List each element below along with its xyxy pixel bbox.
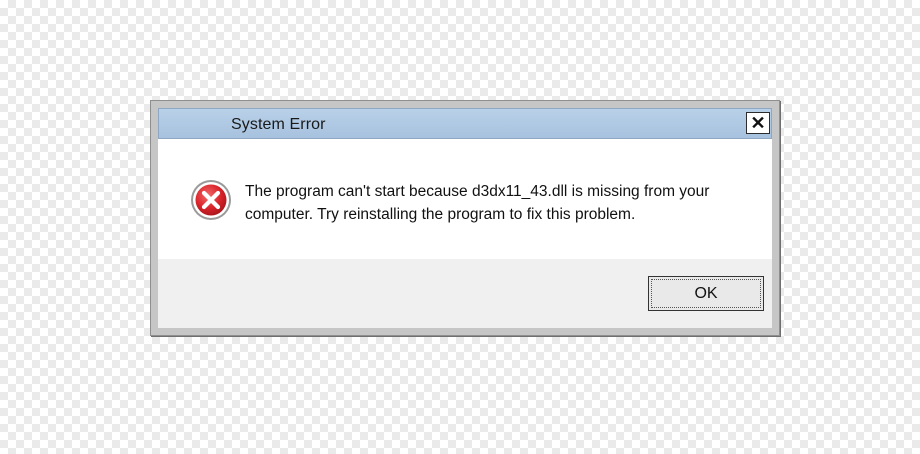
- error-icon: [191, 180, 231, 220]
- dialog-content: The program can't start because d3dx11_4…: [158, 139, 772, 259]
- close-icon: ✕: [750, 113, 766, 133]
- close-button[interactable]: ✕: [746, 112, 770, 134]
- title-bar[interactable]: System Error ✕: [158, 108, 772, 139]
- dialog-footer: OK: [158, 259, 772, 328]
- dialog-title: System Error: [231, 116, 326, 133]
- ok-button[interactable]: OK: [648, 276, 764, 311]
- error-message-line-2: computer. Try reinstalling the program t…: [245, 206, 636, 223]
- error-message-line-1: The program can't start because d3dx11_4…: [245, 183, 710, 200]
- system-error-dialog: System Error ✕ The program can't start b…: [150, 100, 780, 336]
- error-message: The program can't start because d3dx11_4…: [245, 180, 755, 226]
